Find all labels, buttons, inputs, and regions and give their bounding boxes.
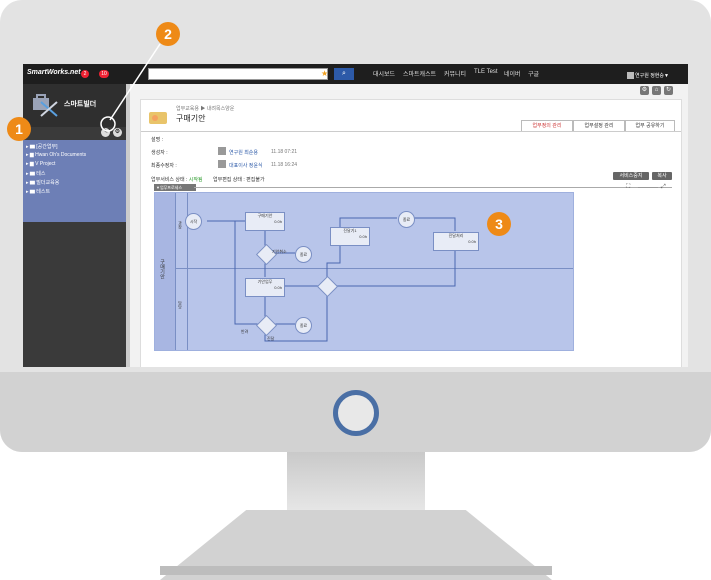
sidebar-title: 스마트빌더 bbox=[64, 101, 97, 108]
search-input[interactable] bbox=[148, 68, 328, 80]
nav-google[interactable]: 구글 bbox=[528, 69, 539, 78]
sidebar-list: ▸ ▆ [공간업무] ▸ ▆ Hwan Oh's Documents ▸ ▆ V… bbox=[23, 140, 126, 222]
fullscreen-icon[interactable]: ⤢ bbox=[661, 184, 666, 191]
process-diagram[interactable]: 구매기안 과장 담당 시작 구매기안 0.0h 기안취소 종료 기안업무 0.0… bbox=[154, 192, 574, 351]
end-event[interactable]: 종료 bbox=[295, 246, 312, 263]
modifier-label: 최종수정자 : bbox=[151, 163, 177, 169]
diagram-toggle[interactable]: ▼업무프로세스 bbox=[154, 184, 196, 191]
search-button[interactable]: ⌕ bbox=[334, 68, 354, 80]
callout-leader-line bbox=[100, 43, 161, 132]
edit-status: 업무편집 상태 : 편집불가 bbox=[213, 177, 265, 183]
star-icon[interactable]: ★ bbox=[321, 68, 328, 80]
divider bbox=[194, 187, 672, 188]
desc-label: 설명 : bbox=[151, 137, 163, 143]
flow-label-forward: 진달 bbox=[267, 336, 275, 341]
refresh-icon[interactable]: ↻ bbox=[664, 86, 673, 95]
task-time: 0.0h bbox=[274, 285, 282, 290]
power-button-icon bbox=[333, 390, 379, 436]
task-time: 0.0h bbox=[359, 234, 367, 239]
sidebar-item-label: 빌더교육용 bbox=[36, 180, 60, 186]
sidebar-item-builder-edu[interactable]: ▸ ▆ 빌더교육용 bbox=[26, 179, 59, 186]
sidebar-item-space[interactable]: ▸ ▆ [공간업무] bbox=[26, 143, 57, 150]
main-content: ⚙ ⌂ ↻ 업무교육용 ▶ 내려목스양운 구매기안 업무정의 관리 업무설정 관… bbox=[130, 84, 688, 367]
modifier-name[interactable]: 대표이사 정윤식 bbox=[229, 162, 263, 169]
page-title: 구매기안 bbox=[176, 114, 206, 123]
fit-icon[interactable]: ⛶ bbox=[626, 184, 630, 191]
flow-connectors bbox=[207, 217, 456, 342]
avatar bbox=[218, 160, 226, 168]
flow-label-cancel: 기안취소 bbox=[272, 249, 287, 254]
task-purchase-draft[interactable]: 구매기안 0.0h bbox=[245, 212, 285, 231]
user-menu[interactable]: 연구원 정현승▼ bbox=[635, 72, 669, 79]
sidebar-item-vproject[interactable]: ▸ ▆ V Project bbox=[26, 161, 55, 167]
creator-name[interactable]: 연구원 최순용 bbox=[229, 149, 258, 156]
nav-dashboard[interactable]: 대시보드 bbox=[373, 69, 395, 78]
breadcrumb[interactable]: 업무교육용 ▶ 내려목스양운 bbox=[176, 105, 234, 112]
sidebar-item-label: V Project bbox=[35, 161, 56, 167]
app-logo[interactable]: SmartWorks.net bbox=[27, 69, 81, 76]
end-event[interactable]: 종료 bbox=[398, 211, 415, 228]
sidebar-item-label: 테스트 bbox=[36, 189, 51, 195]
sidebar-item-label: [공간업무] bbox=[36, 144, 58, 150]
sidebar-item-tes[interactable]: ▸ ▆ 테스 bbox=[26, 170, 46, 177]
nav-naver[interactable]: 네이버 bbox=[504, 69, 521, 78]
zoom-slider[interactable] bbox=[638, 187, 658, 188]
flow-label-reject: 반려 bbox=[241, 329, 249, 334]
task-time: 0.0h bbox=[274, 219, 282, 224]
callout-marker-3: 3 bbox=[487, 212, 511, 236]
task-draft-work[interactable]: 기안업무 0.0h bbox=[245, 278, 285, 297]
sidebar-item-hwan[interactable]: ▸ ▆ Hwan Oh's Documents bbox=[26, 152, 86, 158]
sidebar-item-label: Hwan Oh's Documents bbox=[35, 152, 87, 158]
monitor-stand-neck bbox=[287, 452, 425, 510]
copy-button[interactable]: 복사 bbox=[652, 172, 672, 180]
divider bbox=[141, 131, 681, 132]
gear-icon[interactable]: ⚙ bbox=[640, 86, 649, 95]
modifier-time: 11.18 16:24 bbox=[271, 162, 298, 168]
sidebar-item-label: 테스 bbox=[36, 171, 46, 177]
service-status-label: 업무서비스 상태 : bbox=[151, 177, 189, 183]
service-status-value: 시작됨 bbox=[188, 177, 203, 183]
sidebar-item-test[interactable]: ▸ ▆ 테스트 bbox=[26, 188, 50, 195]
service-stop-button[interactable]: 서비스중지 bbox=[613, 172, 649, 180]
start-event[interactable]: 시작 bbox=[185, 213, 202, 230]
monitor-stand-edge bbox=[160, 566, 552, 575]
toolbox-icon bbox=[33, 94, 58, 117]
nav-tle-test[interactable]: TLE Test bbox=[474, 69, 498, 75]
home-icon[interactable]: ⌂ bbox=[652, 86, 661, 95]
creator-label: 생성자 : bbox=[151, 150, 168, 156]
nav-smartcast[interactable]: 스마트캐스트 bbox=[403, 69, 436, 78]
nav-community[interactable]: 커뮤니티 bbox=[444, 69, 466, 78]
task-forward-process[interactable]: 진달처리 0.0h bbox=[433, 232, 479, 251]
avatar bbox=[218, 147, 226, 155]
notification-badge[interactable]: 2 bbox=[81, 70, 89, 78]
end-event[interactable]: 종료 bbox=[295, 317, 312, 334]
search-icon: ⌕ bbox=[342, 70, 346, 77]
avatar[interactable] bbox=[627, 72, 634, 79]
work-panel: 업무교육용 ▶ 내려목스양운 구매기안 업무정의 관리 업무설정 관리 업무 공… bbox=[140, 99, 682, 367]
creator-time: 11.18 07:21 bbox=[271, 149, 298, 155]
task-forward[interactable]: 진달기1 0.0h bbox=[330, 227, 370, 246]
task-time: 0.0h bbox=[468, 239, 476, 244]
service-status: 업무서비스 상태 : 시작됨 bbox=[151, 176, 203, 183]
callout-marker-1: 1 bbox=[7, 117, 31, 141]
